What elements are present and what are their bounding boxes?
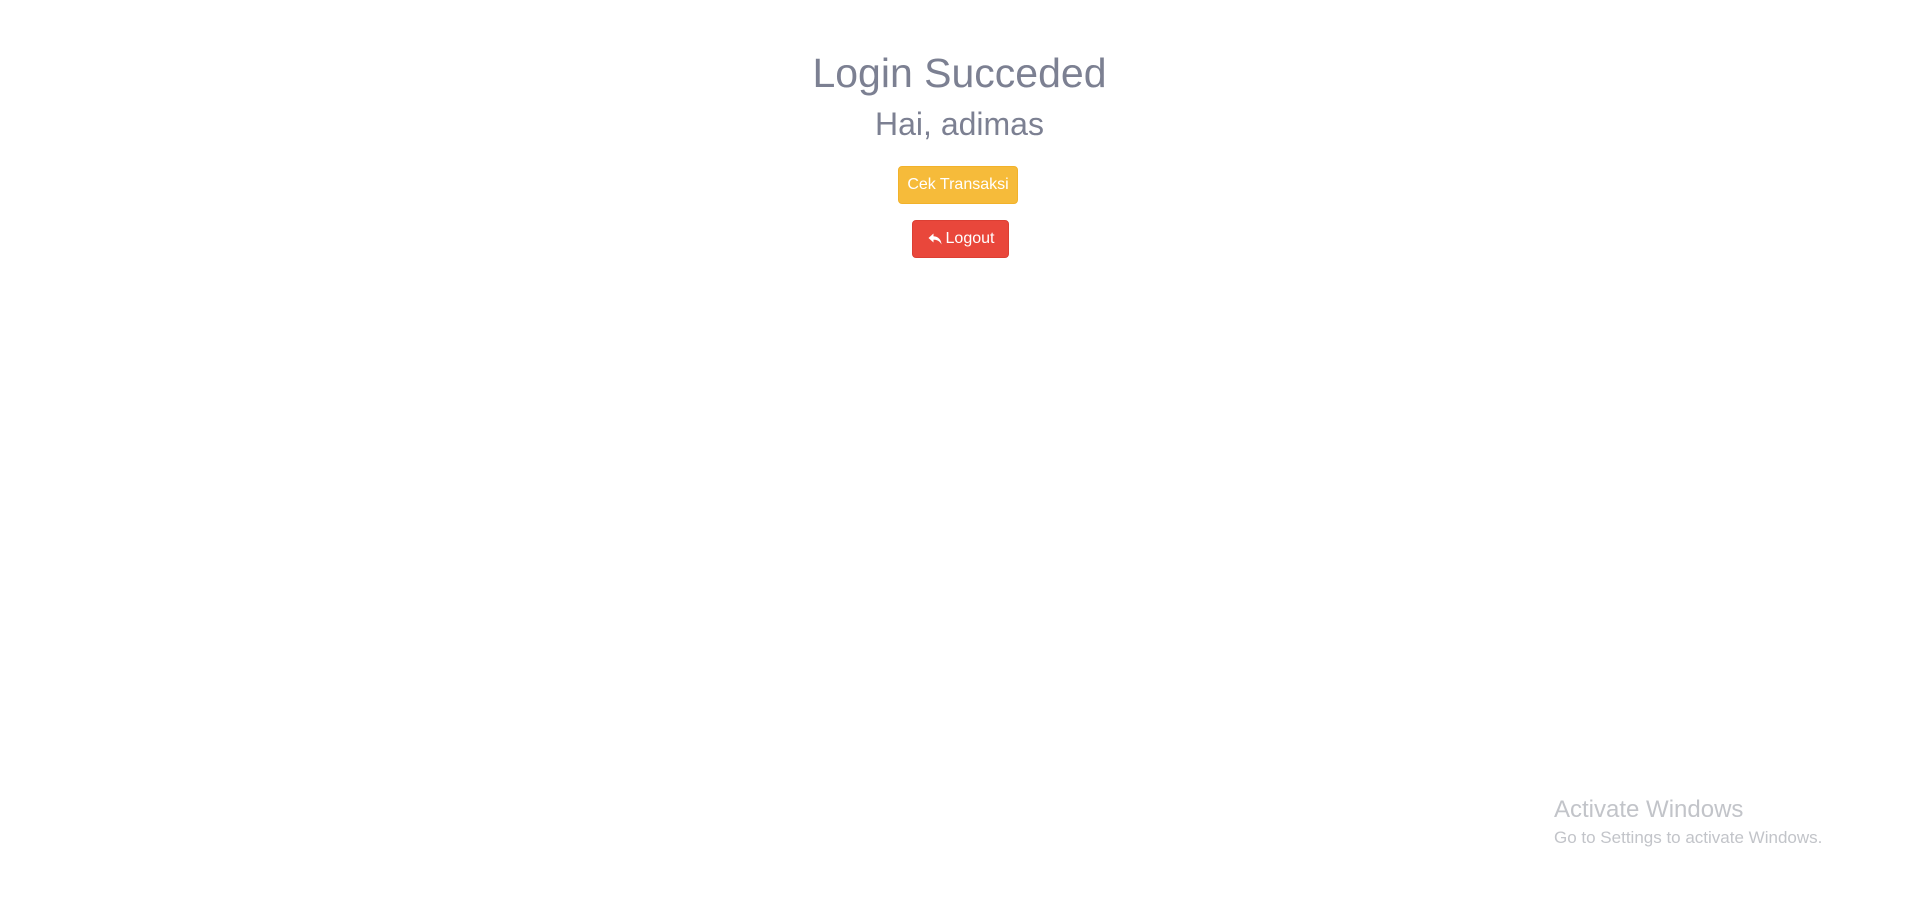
- watermark-title: Activate Windows: [1554, 796, 1744, 823]
- page: Login Succeded Hai, adimas Cek Transaksi…: [0, 0, 1919, 900]
- logout-button[interactable]: Logout: [912, 220, 1009, 258]
- cek-transaksi-label: Cek Transaksi: [907, 176, 1009, 193]
- activate-windows-watermark: Activate Windows Go to Settings to activ…: [1554, 795, 1822, 849]
- watermark-subtitle: Go to Settings to activate Windows.: [1554, 828, 1823, 847]
- page-title: Login Succeded: [812, 50, 1107, 96]
- greeting-text: Hai, adimas: [875, 106, 1044, 142]
- cek-transaksi-button[interactable]: Cek Transaksi: [898, 166, 1018, 204]
- logout-label: Logout: [945, 230, 995, 247]
- reply-arrow-icon: [927, 231, 943, 247]
